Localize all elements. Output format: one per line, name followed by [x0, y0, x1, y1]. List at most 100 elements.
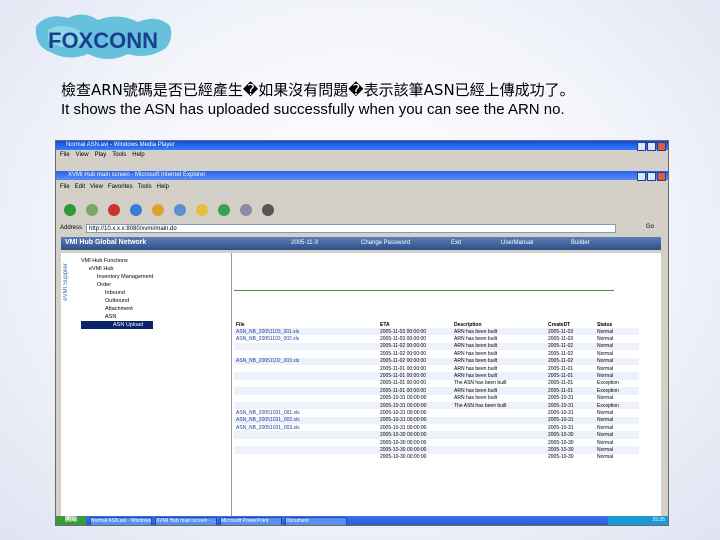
- forward-icon[interactable]: [86, 204, 98, 216]
- table-cell[interactable]: ASN_NB_20051102_003.xls: [234, 357, 378, 365]
- table-cell: [234, 454, 378, 461]
- table-row[interactable]: 2005-10-31 00:00:00 ARN has been built 200…: [234, 395, 639, 402]
- table-cell: 2005-10-31 00:00:00: [380, 409, 427, 416]
- menu-view[interactable]: View: [76, 152, 89, 158]
- table-row[interactable]: 2005-11-01 00:00:00 ARN has been built 200…: [234, 372, 639, 380]
- browser-maximize-button[interactable]: [647, 172, 656, 181]
- maximize-button[interactable]: [647, 142, 656, 151]
- task-button[interactable]: Document: [285, 517, 347, 525]
- table-row[interactable]: ASN_NB_20051031_002.xls 2005-10-31 00:00:…: [234, 416, 639, 425]
- table-cell: Exception: [595, 387, 639, 395]
- table-row[interactable]: ASN_NB_20051103_002.xls 2005-11-03 00:00:…: [234, 335, 639, 342]
- refresh-icon[interactable]: [130, 204, 142, 216]
- go-button[interactable]: Go: [646, 224, 654, 230]
- history-icon[interactable]: [218, 204, 230, 216]
- logo-text: FOXCONN: [48, 28, 158, 53]
- tree-item-selected[interactable]: ASN Upload: [81, 321, 154, 329]
- print-icon[interactable]: [262, 204, 274, 216]
- tree-item[interactable]: Inbound: [81, 289, 153, 297]
- table-cell[interactable]: ASN_NB_20051031_003.xls: [234, 424, 378, 431]
- table-row[interactable]: ASN_NB_20051102_003.xls 2005-11-02 00:00:…: [234, 357, 639, 365]
- sidebar-vertical-tab[interactable]: eVMI Supplier: [63, 263, 69, 301]
- table-cell: 2005-11-02: [548, 350, 574, 357]
- table-row[interactable]: ASN_NB_20051031_003.xls 2005-10-31 00:00:…: [234, 424, 639, 431]
- table-row[interactable]: 2005-10-30 00:00:00 2005-10-30 Normal: [234, 439, 639, 446]
- table-cell: Normal: [595, 372, 639, 380]
- browser-menu-help[interactable]: Help: [157, 184, 169, 190]
- table-cell: Normal: [597, 395, 614, 402]
- table-cell: 2005-11-01: [548, 365, 574, 372]
- table-cell: [234, 395, 378, 402]
- foxconn-logo: FOXCONN: [28, 8, 178, 66]
- table-cell[interactable]: ASN_NB_20051103_002.xls: [234, 335, 378, 342]
- menu-file[interactable]: File: [60, 152, 70, 158]
- table-row[interactable]: 2005-10-30 00:00:00 2005-10-30 Normal: [234, 454, 639, 461]
- address-input[interactable]: http://10.x.x.x:8080/xvmi/main.do: [86, 224, 616, 233]
- table-row[interactable]: 2005-10-30 00:00:00 2005-10-30 Normal: [234, 446, 639, 454]
- browser-window-buttons: [637, 172, 666, 181]
- table-row[interactable]: ASN_NB_20051031_001.xls 2005-10-31 00:00:…: [234, 409, 639, 416]
- minimize-button[interactable]: [637, 142, 646, 151]
- table-row[interactable]: 2005-10-31 00:00:00 The ASN has been buil…: [234, 401, 639, 410]
- tree-item[interactable]: Order: [81, 281, 153, 289]
- table-row[interactable]: 2005-11-02 00:00:00 ARN has been built 200…: [234, 350, 639, 357]
- tree-item[interactable]: Inventory Management: [81, 273, 153, 281]
- menu-tools[interactable]: Tools: [112, 152, 126, 158]
- search-icon[interactable]: [174, 204, 186, 216]
- table-row[interactable]: 2005-11-01 00:00:00 The ASN has been buil…: [234, 380, 639, 387]
- menu-play[interactable]: Play: [95, 152, 107, 158]
- table-row[interactable]: 2005-11-02 00:00:00 ARN has been built 200…: [234, 342, 639, 351]
- table-cell: 2005-11-01: [546, 387, 595, 395]
- table-cell[interactable]: ASN_NB_20051103_001.xls: [234, 328, 378, 336]
- favorites-icon[interactable]: [196, 204, 208, 216]
- table-row[interactable]: 2005-11-01 00:00:00 ARN has been built 200…: [234, 365, 639, 372]
- home-icon[interactable]: [152, 204, 164, 216]
- task-button[interactable]: Microsoft PowerPoint: [220, 517, 282, 525]
- browser-titlebar: XVMI Hub main screen - Microsoft Interne…: [56, 171, 668, 181]
- mail-icon[interactable]: [240, 204, 252, 216]
- task-button[interactable]: XVMI Hub main screen - ...: [155, 517, 217, 525]
- start-button[interactable]: 開始: [56, 516, 86, 525]
- table-header: File: [234, 321, 378, 328]
- table-cell: 2005-10-30: [548, 439, 574, 446]
- system-tray-clock: 15:35: [608, 516, 668, 525]
- table-row[interactable]: 2005-10-30 00:00:00 2005-10-30 Normal: [234, 431, 639, 439]
- close-button[interactable]: [657, 142, 666, 151]
- user-manual-link[interactable]: UserManual: [501, 240, 533, 246]
- table-cell: Exception: [595, 401, 639, 410]
- change-password-link[interactable]: Change Password: [361, 240, 410, 246]
- table-cell: ARN has been built: [452, 328, 546, 336]
- browser-minimize-button[interactable]: [637, 172, 646, 181]
- tree-item[interactable]: Attachment: [81, 305, 153, 313]
- tree-item[interactable]: eVMI Hub: [81, 265, 153, 273]
- tree-item[interactable]: Outbound: [81, 297, 153, 305]
- table-cell[interactable]: ASN_NB_20051031_002.xls: [234, 416, 378, 425]
- browser-menu-view[interactable]: View: [90, 184, 103, 190]
- browser-menu-edit[interactable]: Edit: [75, 184, 85, 190]
- table-cell: [234, 380, 378, 387]
- table-cell: [452, 424, 546, 431]
- browser-menu-file[interactable]: File: [60, 184, 70, 190]
- table-cell: Normal: [597, 409, 614, 416]
- builder-link[interactable]: Builder: [571, 240, 590, 246]
- browser-menu-tools[interactable]: Tools: [138, 184, 152, 190]
- taskbar: 開始 Normal ASN.avi - Windows... XVMI Hub …: [56, 516, 668, 525]
- back-icon[interactable]: [64, 204, 76, 216]
- exit-link[interactable]: Exit: [451, 240, 461, 246]
- tree-item[interactable]: ASN: [81, 313, 153, 321]
- browser-menu-favorites[interactable]: Favorites: [108, 184, 133, 190]
- task-button[interactable]: Normal ASN.avi - Windows...: [90, 517, 152, 525]
- table-row[interactable]: 2005-11-01 00:00:00 ARN has been built 200…: [234, 387, 639, 395]
- table-cell: 2005-10-30 00:00:00: [380, 454, 427, 461]
- table-cell: 2005-11-02 00:00:00: [378, 342, 452, 351]
- menu-help[interactable]: Help: [132, 152, 144, 158]
- stop-icon[interactable]: [108, 204, 120, 216]
- table-cell: Normal: [595, 446, 639, 454]
- tree-item[interactable]: VMI Hub Functions: [81, 257, 153, 265]
- table-row[interactable]: ASN_NB_20051103_001.xls 2005-11-03 00:00:…: [234, 328, 639, 336]
- table-cell: 2005-11-02 00:00:00: [378, 357, 452, 365]
- table-cell: 2005-10-31: [546, 401, 595, 410]
- browser-close-button[interactable]: [657, 172, 666, 181]
- table-cell: 2005-10-31 00:00:00: [380, 395, 427, 402]
- table-cell[interactable]: ASN_NB_20051031_001.xls: [234, 409, 378, 416]
